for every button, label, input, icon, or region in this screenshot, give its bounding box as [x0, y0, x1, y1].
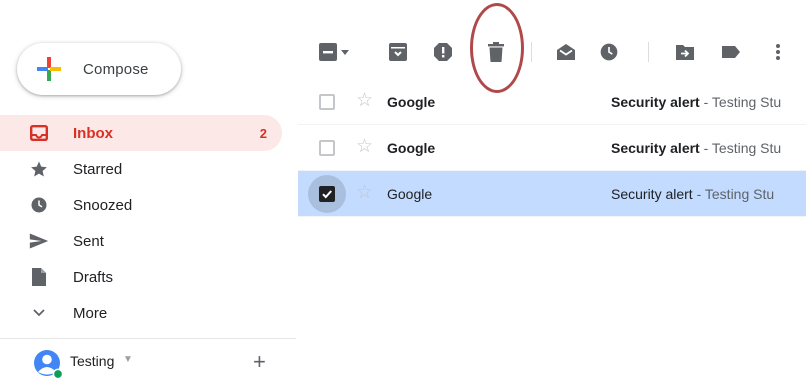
archive-icon[interactable] — [386, 40, 410, 64]
account-caret-icon[interactable]: ▼ — [123, 354, 133, 365]
select-all-checkbox-icon[interactable] — [316, 40, 340, 64]
sidebar-item-inbox[interactable]: Inbox 2 — [0, 115, 282, 151]
toolbar-divider — [531, 42, 532, 62]
message-list: ☆ Google Security alert - Testing Stu ☆ … — [298, 79, 806, 217]
clock-icon — [29, 195, 49, 215]
inbox-icon — [29, 123, 49, 143]
draft-icon — [29, 267, 49, 287]
message-sender: Google — [387, 94, 436, 110]
message-sender: Google — [387, 140, 436, 156]
message-snippet: - Testing Stu — [699, 94, 782, 110]
snooze-icon[interactable] — [597, 40, 621, 64]
inbox-unread-count: 2 — [259, 125, 267, 141]
account-switcher: Testing ▼ + — [0, 338, 296, 382]
row-checkbox[interactable] — [319, 186, 335, 202]
table-row[interactable]: ☆ Google Security alert - Testing Stu — [298, 79, 806, 125]
message-sender: Google — [387, 186, 433, 202]
message-subject: Security alert — [611, 140, 700, 156]
sidebar-item-label: Inbox — [73, 124, 113, 142]
sidebar-item-sent[interactable]: Sent — [0, 223, 282, 259]
send-icon — [29, 231, 49, 251]
message-subject: Security alert — [611, 94, 700, 110]
message-toolbar — [298, 30, 806, 74]
add-account-button[interactable]: + — [253, 349, 266, 375]
table-row[interactable]: ☆ Google Security alert - Testing Stu — [298, 125, 806, 171]
sidebar-item-label: Sent — [73, 232, 104, 250]
move-to-icon[interactable] — [673, 40, 697, 64]
message-subject-line: Security alert - Testing Stu — [611, 140, 781, 156]
mark-as-read-icon[interactable] — [554, 40, 578, 64]
sidebar-item-drafts[interactable]: Drafts — [0, 259, 282, 295]
compose-label: Compose — [83, 60, 149, 78]
star-toggle-icon[interactable]: ☆ — [356, 91, 373, 111]
sidebar-item-label: Snoozed — [73, 196, 133, 214]
table-row[interactable]: ☆ Google Security alert - Testing Stu — [298, 171, 806, 217]
sidebar-item-label: Drafts — [73, 268, 114, 286]
delete-icon[interactable] — [484, 40, 508, 64]
select-dropdown-icon[interactable] — [338, 40, 352, 64]
row-checkbox[interactable] — [319, 140, 335, 156]
sidebar-item-starred[interactable]: Starred — [0, 151, 282, 187]
sidebar-nav: Inbox 2 Starred Snoozed Sent Drafts More — [0, 115, 282, 331]
avatar[interactable] — [33, 349, 63, 379]
sidebar-item-more[interactable]: More — [0, 295, 282, 331]
message-subject: Security alert — [611, 186, 693, 202]
star-toggle-icon[interactable]: ☆ — [356, 183, 373, 203]
chevron-down-icon — [29, 303, 49, 323]
sidebar: Compose Inbox 2 Starred Snoozed Sent Dra… — [0, 0, 296, 381]
sidebar-item-label: Starred — [73, 160, 123, 178]
compose-plus-icon — [37, 57, 61, 81]
message-snippet: - Testing Stu — [692, 186, 775, 202]
star-icon — [29, 159, 49, 179]
toolbar-divider — [648, 42, 649, 62]
report-spam-icon[interactable] — [431, 40, 455, 64]
labels-icon[interactable] — [719, 40, 743, 64]
row-checkbox[interactable] — [319, 94, 335, 110]
star-toggle-icon[interactable]: ☆ — [356, 137, 373, 157]
message-snippet: - Testing Stu — [699, 140, 782, 156]
sidebar-item-snoozed[interactable]: Snoozed — [0, 187, 282, 223]
account-name[interactable]: Testing — [70, 353, 114, 369]
more-options-icon[interactable] — [766, 40, 790, 64]
message-subject-line: Security alert - Testing Stu — [611, 94, 781, 110]
sidebar-item-label: More — [73, 304, 108, 322]
message-subject-line: Security alert - Testing Stu — [611, 186, 774, 202]
compose-button[interactable]: Compose — [17, 43, 181, 95]
